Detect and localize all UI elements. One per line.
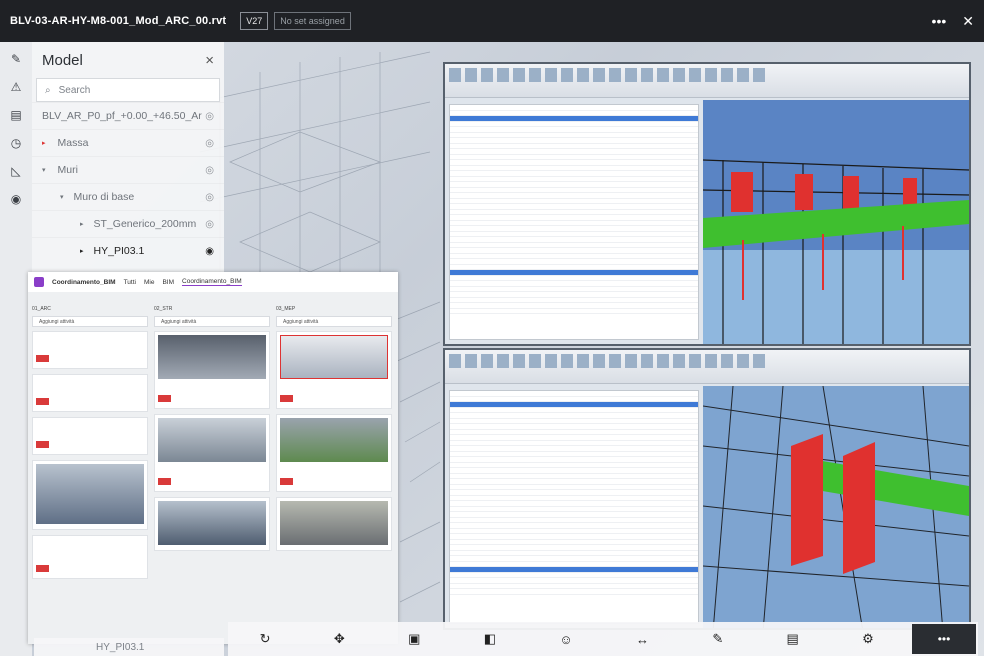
visibility-icon[interactable]: ◎ <box>205 192 214 203</box>
warning-icon[interactable]: ⚠ <box>11 80 22 94</box>
markup-icon[interactable]: ✎ <box>712 631 723 647</box>
add-task-button[interactable]: Aggiungi attività <box>154 316 270 327</box>
visibility-icon[interactable]: ◎ <box>205 165 214 176</box>
section-icon[interactable]: ◧ <box>484 631 496 647</box>
close-icon[interactable]: ✕ <box>962 13 974 30</box>
tab-mine[interactable]: Mie <box>144 279 154 286</box>
add-task-button[interactable]: Aggiungi attività <box>32 316 148 327</box>
revit-window-top <box>443 62 971 346</box>
search-input[interactable]: ⌕ Search <box>36 78 220 102</box>
clash-view-3d[interactable] <box>703 100 969 344</box>
task-card[interactable] <box>154 497 270 551</box>
viewer-toolbar: ↻ ✥ ▣ ◧ ☺ ↔ ✎ ▤ ⚙ ⛶ <box>228 622 978 656</box>
chevron-right-icon[interactable]: ▸ <box>80 220 84 228</box>
task-card[interactable] <box>154 414 270 492</box>
task-thumbnail <box>158 335 266 379</box>
visibility-icon[interactable]: ◎ <box>205 219 214 230</box>
pan-icon[interactable]: ✥ <box>334 631 345 647</box>
search-icon: ⌕ <box>45 84 51 96</box>
board-column: 02_STR Aggiungi attività <box>154 306 270 584</box>
task-card[interactable] <box>276 414 392 492</box>
board-title: Coordinamento_BIM <box>52 278 116 286</box>
settings-icon[interactable]: ⚙ <box>862 631 874 647</box>
task-card[interactable] <box>32 331 148 369</box>
element-list[interactable] <box>449 390 699 624</box>
sheets-icon[interactable]: ▤ <box>10 108 21 122</box>
selected-element-label: HY_PI03.1 <box>34 638 224 656</box>
column-header: 03_MEP <box>276 306 296 312</box>
visibility-icon[interactable]: ◎ <box>205 138 214 149</box>
task-card[interactable] <box>32 460 148 530</box>
task-thumbnail <box>280 501 388 545</box>
tree-item[interactable]: ▾ Muro di base ◎ <box>32 183 224 210</box>
clash-view-3d[interactable] <box>703 386 969 630</box>
revit-ribbon <box>445 350 969 384</box>
tree-item[interactable]: ▸ ST_Generico_200mm ◎ <box>32 210 224 237</box>
task-thumbnail <box>36 464 144 524</box>
orbit-icon[interactable]: ↻ <box>260 631 271 647</box>
tab-coordination[interactable]: Coordinamento_BIM <box>182 278 242 286</box>
task-card[interactable] <box>276 497 392 551</box>
tree-item[interactable]: ▸ Massa ◎ <box>32 129 224 156</box>
app-logo <box>34 277 44 287</box>
tree-item[interactable]: BLV_AR_P0_pf_+0.00_+46.50_Ar ◎ <box>32 102 224 129</box>
task-card[interactable] <box>154 331 270 409</box>
chevron-down-icon[interactable]: ▾ <box>60 193 64 201</box>
close-icon[interactable]: × <box>205 52 214 69</box>
column-header: 02_STR <box>154 306 173 312</box>
chevron-right-icon[interactable]: ▸ <box>80 247 84 255</box>
element-list[interactable] <box>449 104 699 340</box>
task-card[interactable] <box>32 374 148 412</box>
task-thumbnail <box>280 335 388 379</box>
model-panel: Model × ⌕ Search BLV_AR_P0_pf_+0.00_+46.… <box>32 42 224 272</box>
tab-all[interactable]: Tutti <box>124 279 136 286</box>
chevron-right-icon[interactable]: ▸ <box>42 139 46 147</box>
layers-icon[interactable]: ▤ <box>787 631 799 647</box>
measure-icon[interactable]: ↔ <box>636 632 649 647</box>
markup-icon[interactable]: ✎ <box>11 52 21 66</box>
visibility-icon[interactable]: ◉ <box>205 246 214 257</box>
measure-icon[interactable]: ◺ <box>11 164 20 178</box>
bim-coordination-board: Coordinamento_BIM Tutti Mie BIM Coordina… <box>28 272 398 644</box>
board-column: 01_ARC Aggiungi attività <box>32 306 148 584</box>
task-thumbnail <box>280 418 388 462</box>
file-name: BLV-03-AR-HY-M8-001_Mod_ARC_00.rvt <box>10 15 227 27</box>
task-card[interactable] <box>32 417 148 455</box>
top-bar: BLV-03-AR-HY-M8-001_Mod_ARC_00.rvt V27 N… <box>0 0 984 42</box>
column-header: 01_ARC <box>32 306 51 312</box>
more-options-button[interactable]: ••• <box>912 624 976 654</box>
walk-icon[interactable]: ☺ <box>559 632 572 647</box>
task-card[interactable] <box>32 535 148 579</box>
more-icon[interactable]: ••• <box>932 13 947 29</box>
model-title: Model <box>42 51 83 69</box>
fit-icon[interactable]: ▣ <box>408 631 420 647</box>
tab-bim[interactable]: BIM <box>162 279 174 286</box>
board-subheader <box>28 292 398 306</box>
layers-icon[interactable]: ◉ <box>11 192 21 206</box>
task-card[interactable] <box>276 331 392 409</box>
set-badge[interactable]: No set assigned <box>274 12 351 30</box>
chevron-down-icon[interactable]: ▾ <box>42 166 46 174</box>
version-badge[interactable]: V27 <box>240 12 269 30</box>
revit-window-bottom <box>443 348 971 630</box>
tree-item-selected[interactable]: ▸ HY_PI03.1 ◉ <box>32 237 224 264</box>
task-thumbnail <box>158 501 266 545</box>
tree-item[interactable]: ▾ Muri ◎ <box>32 156 224 183</box>
task-thumbnail <box>158 418 266 462</box>
add-task-button[interactable]: Aggiungi attività <box>276 316 392 327</box>
clock-icon[interactable]: ◷ <box>11 136 21 150</box>
visibility-icon[interactable]: ◎ <box>205 111 214 122</box>
board-column: 03_MEP Aggiungi attività <box>276 306 392 584</box>
revit-ribbon <box>445 64 969 98</box>
